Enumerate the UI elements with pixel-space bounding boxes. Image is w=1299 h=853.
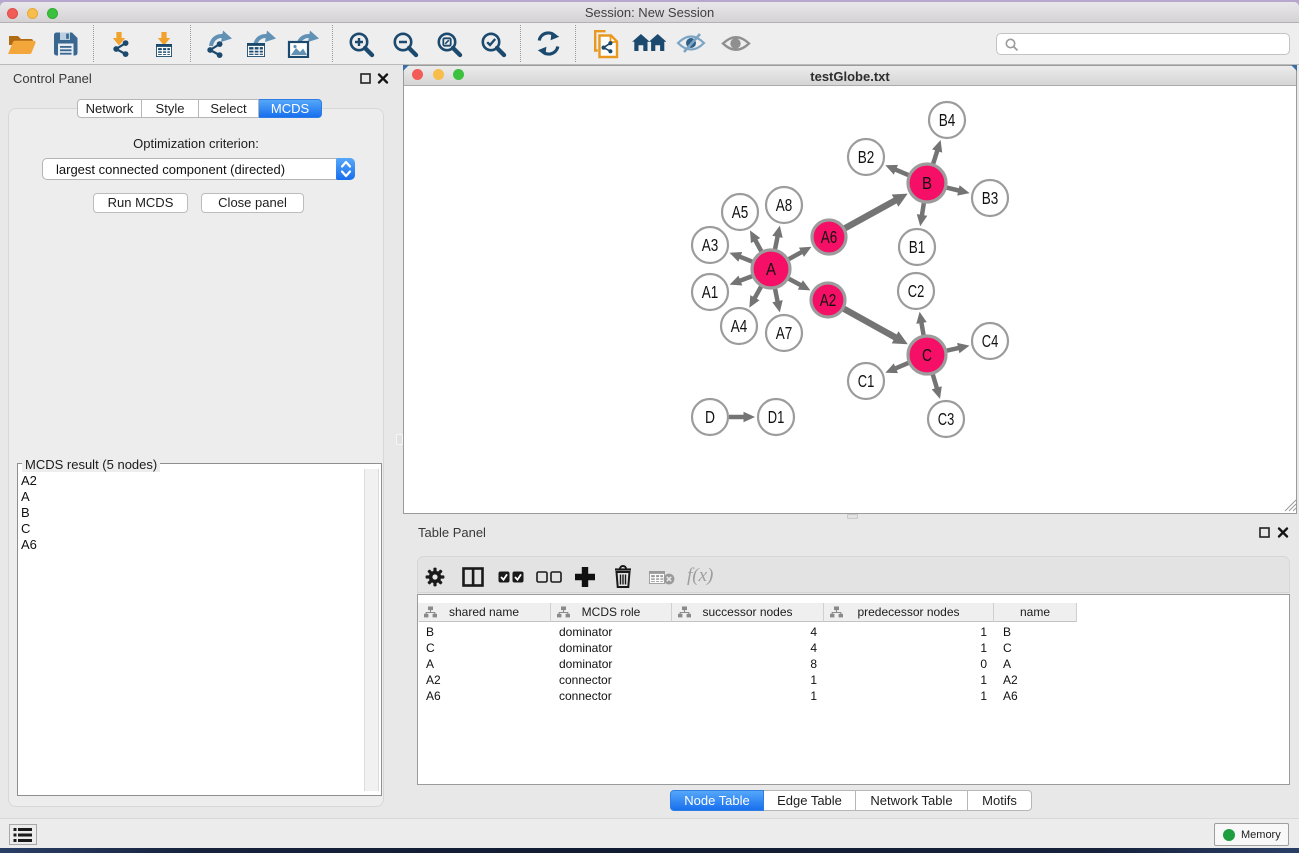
svg-text:B2: B2	[858, 147, 875, 167]
svg-text:D: D	[705, 407, 715, 427]
svg-text:A1: A1	[702, 282, 719, 302]
svg-text:C3: C3	[938, 409, 955, 429]
svg-text:B3: B3	[982, 188, 999, 208]
svg-text:A8: A8	[776, 195, 793, 215]
svg-text:C: C	[922, 345, 932, 365]
svg-text:C1: C1	[858, 371, 875, 391]
svg-text:A7: A7	[776, 323, 793, 343]
svg-text:A6: A6	[821, 227, 838, 247]
svg-text:D1: D1	[768, 407, 785, 427]
svg-text:A4: A4	[731, 316, 748, 336]
svg-text:C4: C4	[982, 331, 999, 351]
svg-text:B1: B1	[909, 237, 926, 257]
svg-text:A5: A5	[732, 202, 749, 222]
svg-text:A2: A2	[820, 290, 837, 310]
svg-text:A3: A3	[702, 235, 719, 255]
svg-text:B: B	[922, 173, 932, 193]
svg-text:C2: C2	[908, 281, 925, 301]
svg-text:A: A	[766, 259, 776, 279]
svg-text:B4: B4	[939, 110, 956, 130]
